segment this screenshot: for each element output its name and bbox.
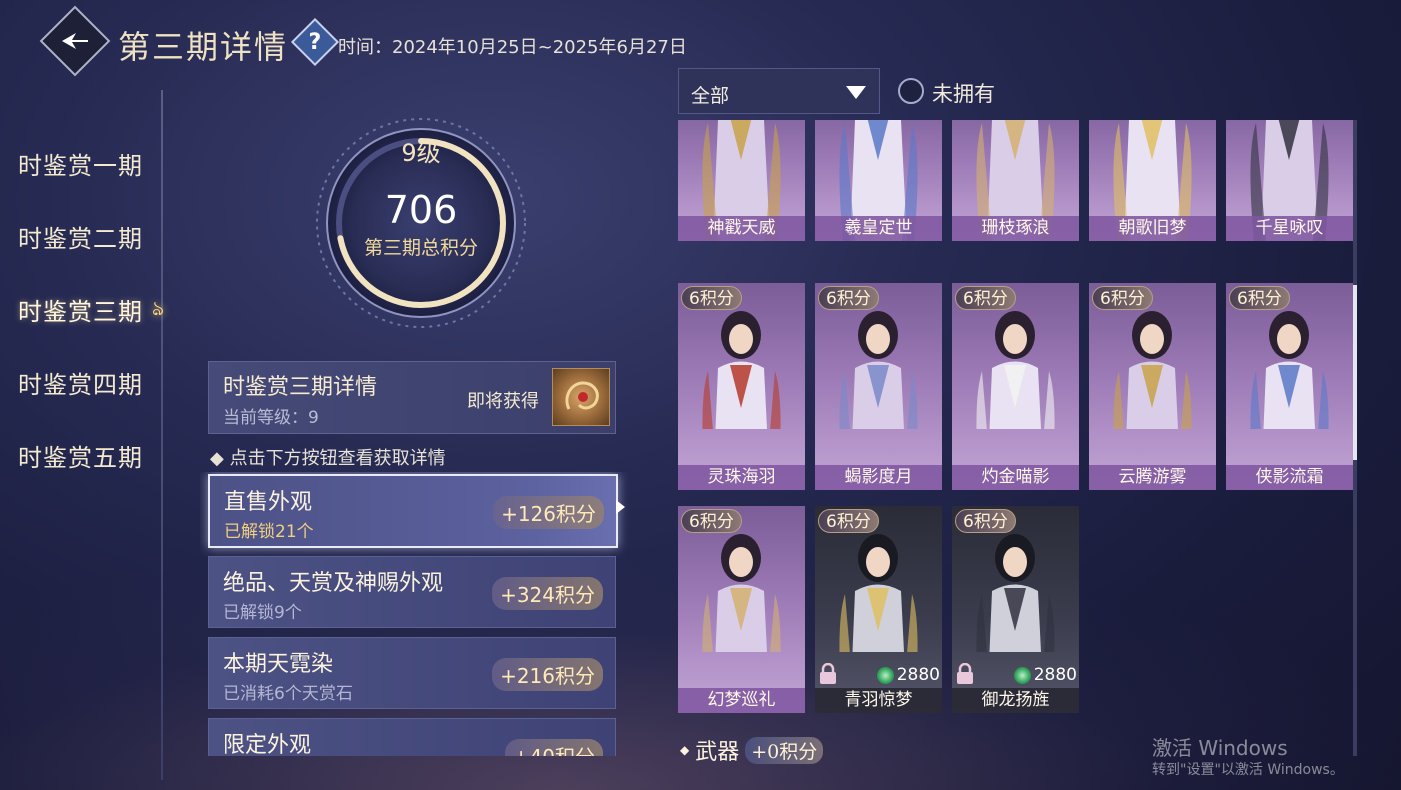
- price-value: 2880: [1033, 665, 1077, 685]
- outfit-name: 羲皇定世: [815, 216, 942, 241]
- score-ring: 9级 706 第三期总积分: [313, 115, 529, 331]
- category-points: +324积分: [492, 577, 603, 610]
- weapon-section-points: +0积分: [745, 736, 824, 764]
- outfit-name: 幻梦巡礼: [678, 688, 805, 713]
- points-badge: 6积分: [955, 286, 1016, 310]
- jade-coin-icon: [876, 666, 894, 684]
- lock-icon: [818, 662, 838, 685]
- category-points: +216积分: [492, 658, 603, 691]
- sidebar-item-period-1[interactable]: 时鉴赏一期: [18, 146, 168, 181]
- hint-text: ◆ 点击下方按钮查看获取详情: [210, 448, 446, 469]
- sidebar-item-period-3[interactable]: 时鉴赏三期: [18, 292, 168, 327]
- price-tag: 2880: [1013, 665, 1077, 685]
- points-badge: 6积分: [818, 509, 879, 533]
- outfit-tile[interactable]: 羲皇定世: [815, 120, 942, 241]
- category-title: 直售外观: [224, 490, 313, 515]
- outfit-tile[interactable]: 珊枝琢浪: [952, 120, 1079, 241]
- page-title: 第三期详情: [118, 28, 289, 66]
- diamond-icon: ◆: [680, 743, 690, 757]
- outfit-tile[interactable]: 6积分灵珠海羽: [678, 283, 805, 490]
- points-badge: 6积分: [955, 509, 1016, 533]
- period-detail-card[interactable]: 时鉴赏三期详情 当前等级：9 即将获得: [208, 361, 616, 434]
- category-subtitle: 已解锁9个: [223, 603, 302, 623]
- price-value: 2880: [896, 665, 940, 685]
- sidebar-item-period-4[interactable]: 时鉴赏四期: [18, 365, 168, 400]
- weapon-section-label: 武器: [695, 740, 740, 765]
- category-subtitle: 已解锁21个: [224, 522, 314, 542]
- points-badge: 6积分: [1229, 286, 1290, 310]
- category-filter-dropdown[interactable]: 全部: [678, 68, 880, 114]
- not-owned-label: 未拥有: [932, 82, 995, 106]
- level-label: 9级: [401, 139, 441, 167]
- upcoming-reward-label: 即将获得: [467, 391, 539, 412]
- outfit-grid[interactable]: 神戳天威 羲皇定世 珊枝琢浪 朝歌旧梦 千星咏叹 6积分 灵珠海羽 6积分 蝎影度月 6积分 灼金喵…: [678, 120, 1358, 757]
- question-icon[interactable]: ?: [290, 17, 340, 67]
- outfit-tile[interactable]: 千星咏叹: [1226, 120, 1353, 241]
- outfit-tile[interactable]: 6积分 2880 青羽惊梦: [815, 506, 942, 713]
- category-points: +40积分: [504, 739, 603, 756]
- weapon-section-header: ◆ 武器 +0积分: [680, 734, 824, 766]
- outfit-name: 神戳天威: [678, 216, 805, 241]
- outfit-tile[interactable]: 6积分云腾游雾: [1089, 283, 1216, 490]
- outfit-tile[interactable]: 6积分灼金喵影: [952, 283, 1079, 490]
- outfit-name: 灼金喵影: [952, 465, 1079, 490]
- selected-indicator-icon: [616, 500, 625, 514]
- not-owned-toggle[interactable]: [898, 78, 924, 104]
- category-card-direct-sale[interactable]: 直售外观 已解锁21个 +126积分: [208, 474, 618, 548]
- category-points: +126积分: [493, 496, 604, 529]
- back-button[interactable]: [39, 5, 111, 77]
- scrollbar-thumb[interactable]: [1353, 285, 1357, 460]
- total-score: 706: [384, 188, 458, 232]
- detail-title: 时鉴赏三期详情: [223, 375, 378, 400]
- points-badge: 6积分: [818, 286, 879, 310]
- outfit-name: 蝎影度月: [815, 465, 942, 490]
- category-card-dye[interactable]: 本期天霓染 已消耗6个天赏石 +216积分: [208, 637, 616, 709]
- outfit-name: 千星咏叹: [1226, 216, 1353, 241]
- outfit-tile[interactable]: 6积分蝎影度月: [815, 283, 942, 490]
- outfit-tile[interactable]: 神戳天威: [678, 120, 805, 241]
- reward-item-icon[interactable]: [552, 368, 610, 426]
- dropdown-arrow-icon: [846, 86, 866, 99]
- points-badge: 6积分: [1092, 286, 1153, 310]
- outfit-name: 云腾游雾: [1089, 465, 1216, 490]
- category-card-premium[interactable]: 绝品、天赏及神赐外观 已解锁9个 +324积分: [208, 556, 616, 628]
- category-title: 限定外观: [223, 733, 312, 756]
- outfit-tile[interactable]: 6积分幻梦巡礼: [678, 506, 805, 713]
- category-subtitle: 已消耗6个天赏石: [223, 684, 353, 704]
- outfit-tile[interactable]: 6积分 2880 御龙扬旌: [952, 506, 1079, 713]
- category-list[interactable]: 直售外观 已解锁21个 +126积分 绝品、天赏及神赐外观 已解锁9个 +324…: [200, 472, 630, 756]
- category-title: 绝品、天赏及神赐外观: [223, 571, 444, 596]
- time-range: 时间：2024年10月25日~2025年6月27日: [338, 37, 687, 58]
- outfit-tile[interactable]: 朝歌旧梦: [1089, 120, 1216, 241]
- dropdown-value: 全部: [691, 85, 730, 107]
- sidebar-item-period-5[interactable]: 时鉴赏五期: [18, 438, 168, 473]
- outfit-tile[interactable]: 6积分侠影流霜: [1226, 283, 1353, 490]
- category-title: 本期天霓染: [223, 652, 334, 677]
- active-marker-icon: ঌ: [152, 296, 165, 320]
- points-badge: 6积分: [681, 509, 742, 533]
- current-level: 当前等级：9: [223, 408, 319, 428]
- back-arrow-icon: [62, 33, 88, 49]
- sidebar-item-period-2[interactable]: 时鉴赏二期: [18, 219, 168, 254]
- lock-icon: [955, 662, 975, 685]
- outfit-name: 珊枝琢浪: [952, 216, 1079, 241]
- jade-coin-icon: [1013, 666, 1031, 684]
- price-tag: 2880: [876, 665, 940, 685]
- points-badge: 6积分: [681, 286, 742, 310]
- windows-activation-title: 激活 Windows: [1152, 736, 1288, 760]
- windows-activation-subtitle: 转到"设置"以激活 Windows。: [1152, 762, 1344, 778]
- category-card-limited[interactable]: 限定外观 +40积分: [208, 718, 616, 756]
- outfit-name: 青羽惊梦: [815, 688, 942, 713]
- outfit-name: 御龙扬旌: [952, 688, 1079, 713]
- outfit-name: 侠影流霜: [1226, 465, 1353, 490]
- outfit-name: 朝歌旧梦: [1089, 216, 1216, 241]
- sidebar-divider: [161, 90, 163, 780]
- total-score-label: 第三期总积分: [363, 237, 478, 259]
- outfit-name: 灵珠海羽: [678, 465, 805, 490]
